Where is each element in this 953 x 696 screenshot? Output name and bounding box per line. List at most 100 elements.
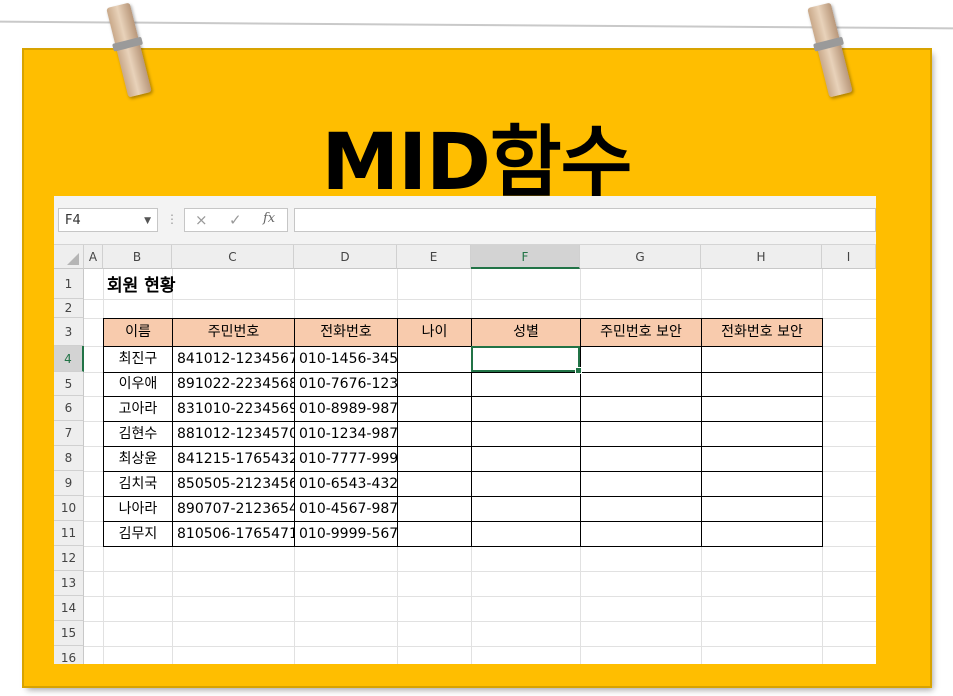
data-cell-g7[interactable] (580, 421, 702, 447)
data-cell-d7[interactable]: 010-1234-9876 (294, 421, 398, 447)
column-header-d[interactable]: D (294, 245, 397, 269)
data-cell-g11[interactable] (580, 521, 702, 547)
row-header-15[interactable]: 15 (54, 621, 84, 646)
column-header-g[interactable]: G (580, 245, 701, 269)
data-cell-e8[interactable] (397, 446, 472, 472)
data-cell-d9[interactable]: 010-6543-4321 (294, 471, 398, 497)
row-header-10[interactable]: 10 (54, 496, 84, 521)
data-cell-b6[interactable]: 고아라 (103, 396, 173, 422)
column-header-c[interactable]: C (172, 245, 294, 269)
data-cell-e6[interactable] (397, 396, 472, 422)
data-cell-e5[interactable] (397, 372, 472, 397)
data-cell-f8[interactable] (471, 446, 581, 472)
name-box[interactable]: F4 ▼ (58, 208, 158, 232)
row-header-13[interactable]: 13 (54, 571, 84, 596)
column-header-f[interactable]: F (471, 245, 580, 269)
header-cell-e[interactable]: 나이 (397, 318, 472, 347)
data-cell-b8[interactable]: 최상윤 (103, 446, 173, 472)
data-cell-g5[interactable] (580, 372, 702, 397)
row-header-5[interactable]: 5 (54, 372, 84, 396)
data-cell-d5[interactable]: 010-7676-1234 (294, 372, 398, 397)
column-header-b[interactable]: B (103, 245, 172, 269)
row-header-14[interactable]: 14 (54, 596, 84, 621)
data-cell-c6[interactable]: 831010-2234569 (172, 396, 295, 422)
row-header-1[interactable]: 1 (54, 269, 84, 299)
header-cell-h[interactable]: 전화번호 보안 (701, 318, 823, 347)
row-header-8[interactable]: 8 (54, 446, 84, 471)
data-cell-b10[interactable]: 나아라 (103, 496, 173, 522)
row-header-6[interactable]: 6 (54, 396, 84, 421)
gridline-horizontal (84, 621, 876, 622)
row-header-3[interactable]: 3 (54, 318, 84, 346)
data-cell-h10[interactable] (701, 496, 823, 522)
data-cell-b5[interactable]: 이우애 (103, 372, 173, 397)
data-cell-f11[interactable] (471, 521, 581, 547)
data-cell-b4[interactable]: 최진구 (103, 346, 173, 373)
data-cell-d10[interactable]: 010-4567-9876 (294, 496, 398, 522)
name-box-value: F4 (65, 213, 81, 228)
column-header-e[interactable]: E (397, 245, 471, 269)
data-cell-c7[interactable]: 881012-1234570 (172, 421, 295, 447)
data-cell-g8[interactable] (580, 446, 702, 472)
row-header-7[interactable]: 7 (54, 421, 84, 446)
data-cell-f7[interactable] (471, 421, 581, 447)
row-header-16[interactable]: 16 (54, 646, 84, 664)
header-cell-f[interactable]: 성별 (471, 318, 581, 347)
insert-function-icon[interactable]: fx (263, 211, 275, 226)
data-cell-g6[interactable] (580, 396, 702, 422)
column-header-a[interactable]: A (84, 245, 103, 269)
data-cell-c10[interactable]: 890707-2123654 (172, 496, 295, 522)
data-cell-h5[interactable] (701, 372, 823, 397)
data-cell-e11[interactable] (397, 521, 472, 547)
data-cell-h11[interactable] (701, 521, 823, 547)
column-header-h[interactable]: H (701, 245, 822, 269)
select-all-corner[interactable] (54, 245, 84, 269)
data-cell-h8[interactable] (701, 446, 823, 472)
data-cell-d8[interactable]: 010-7777-9999 (294, 446, 398, 472)
data-cell-f9[interactable] (471, 471, 581, 497)
data-cell-b11[interactable]: 김무지 (103, 521, 173, 547)
data-cell-c8[interactable]: 841215-1765432 (172, 446, 295, 472)
chevron-down-icon[interactable]: ▼ (144, 209, 151, 233)
header-cell-d[interactable]: 전화번호 (294, 318, 398, 347)
spreadsheet-window: F4 ▼ ⋮ × ✓ fx ABCDEFGHI 1 2 3 4 5 6 7 8 9 10 11 12 1… (54, 196, 876, 664)
data-cell-h6[interactable] (701, 396, 823, 422)
data-cell-h7[interactable] (701, 421, 823, 447)
header-cell-g[interactable]: 주민번호 보안 (580, 318, 702, 347)
row-header-12[interactable]: 12 (54, 546, 84, 571)
data-cell-e4[interactable] (397, 346, 472, 373)
row-header-11[interactable]: 11 (54, 521, 84, 546)
header-cell-b[interactable]: 이름 (103, 318, 173, 347)
data-cell-h9[interactable] (701, 471, 823, 497)
data-cell-c4[interactable]: 841012-1234567 (172, 346, 295, 373)
row-header-9[interactable]: 9 (54, 471, 84, 496)
data-cell-b9[interactable]: 김치국 (103, 471, 173, 497)
data-cell-e9[interactable] (397, 471, 472, 497)
formula-bar-grip-icon: ⋮ (166, 212, 178, 226)
data-cell-g4[interactable] (580, 346, 702, 373)
active-cell-f4[interactable] (471, 346, 582, 374)
data-cell-g10[interactable] (580, 496, 702, 522)
data-cell-h4[interactable] (701, 346, 823, 373)
row-header-4[interactable]: 4 (54, 346, 84, 372)
data-cell-d4[interactable]: 010-1456-3456 (294, 346, 398, 373)
row-header-2[interactable]: 2 (54, 299, 84, 318)
data-cell-e7[interactable] (397, 421, 472, 447)
data-cell-c9[interactable]: 850505-2123456 (172, 471, 295, 497)
data-cell-e10[interactable] (397, 496, 472, 522)
enter-icon[interactable]: ✓ (229, 211, 242, 229)
data-cell-d6[interactable]: 010-8989-9876 (294, 396, 398, 422)
formula-input[interactable] (294, 208, 876, 232)
data-cell-c11[interactable]: 810506-1765471 (172, 521, 295, 547)
data-cell-b7[interactable]: 김현수 (103, 421, 173, 447)
data-cell-f10[interactable] (471, 496, 581, 522)
data-cell-f6[interactable] (471, 396, 581, 422)
cancel-icon[interactable]: × (195, 211, 208, 229)
data-cell-g9[interactable] (580, 471, 702, 497)
column-header-i[interactable]: I (822, 245, 876, 269)
data-cell-f5[interactable] (471, 372, 581, 397)
header-cell-c[interactable]: 주민번호 (172, 318, 295, 347)
data-cell-d11[interactable]: 010-9999-5678 (294, 521, 398, 547)
data-cell-c5[interactable]: 891022-2234568 (172, 372, 295, 397)
gridline-horizontal (84, 571, 876, 572)
